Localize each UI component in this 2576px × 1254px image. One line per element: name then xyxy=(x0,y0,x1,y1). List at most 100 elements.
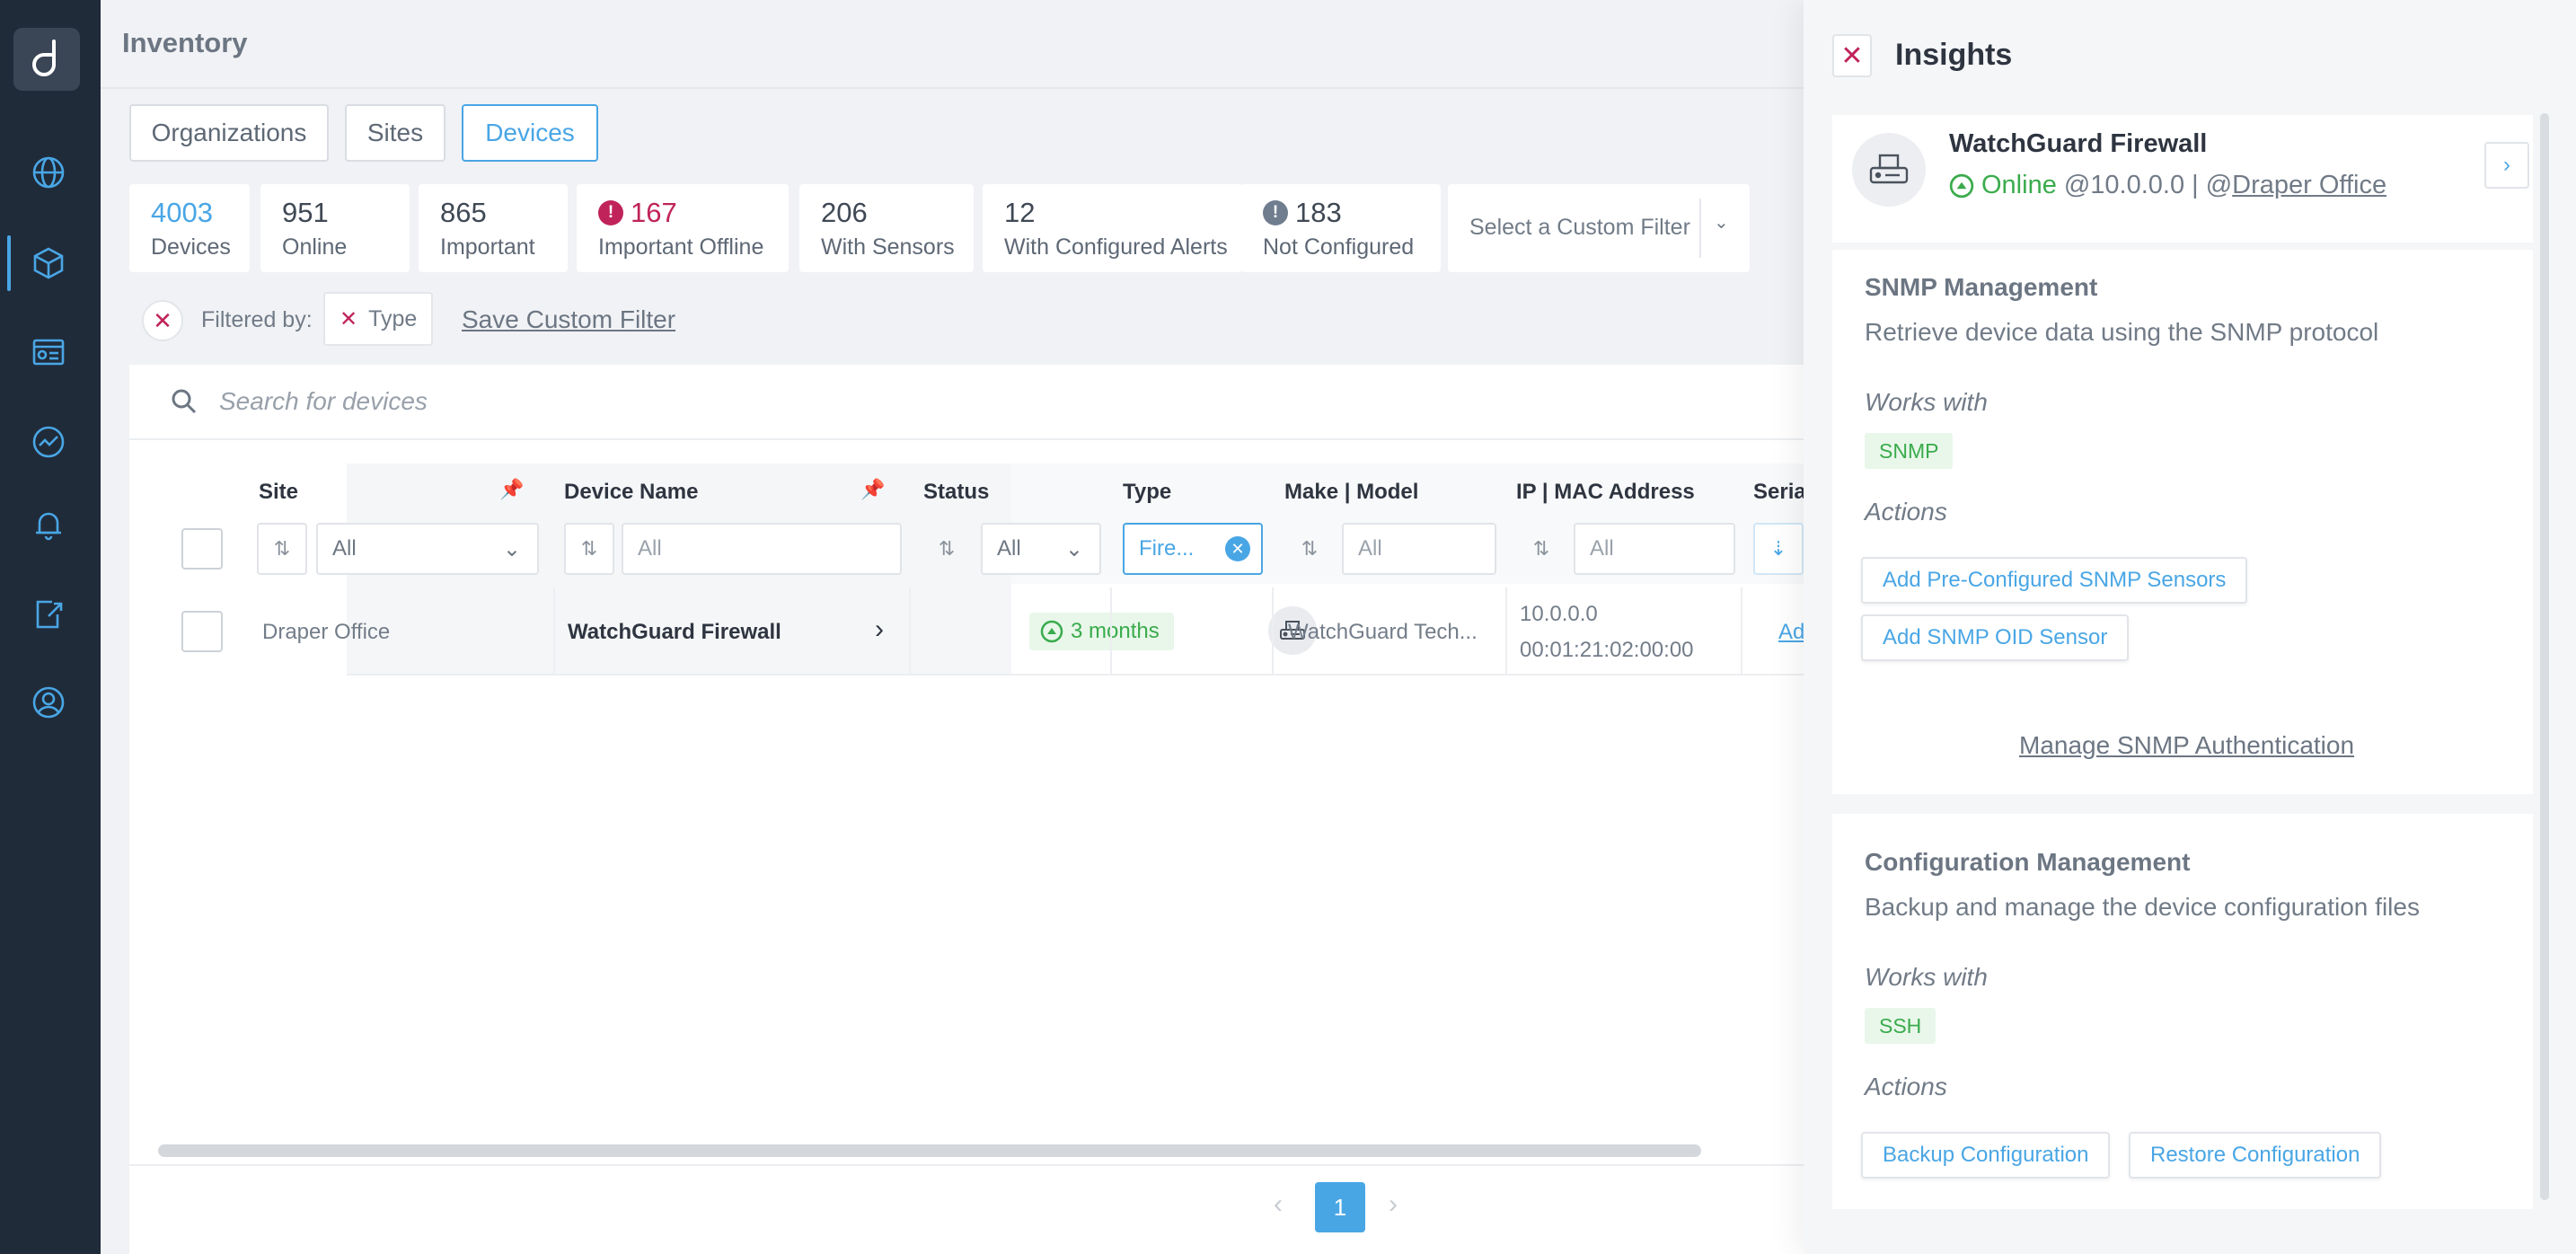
status-filter-select[interactable]: All ⌄ xyxy=(981,523,1101,575)
save-custom-filter-link[interactable]: Save Custom Filter xyxy=(462,305,675,334)
cell-site: Draper Office xyxy=(262,620,391,644)
section-description: Retrieve device data using the SNMP prot… xyxy=(1865,318,2379,346)
restore-configuration-button[interactable]: Restore Configuration xyxy=(2129,1132,2382,1179)
stat-label: Important xyxy=(440,234,535,260)
stat-value: 167 xyxy=(631,197,677,228)
sort-icon: ⇅ xyxy=(1301,537,1319,560)
cell-mac: 00:01:21:02:00:00 xyxy=(1520,638,1694,662)
section-heading: SNMP Management xyxy=(1865,273,2098,301)
search-bar[interactable]: Search for devices xyxy=(129,365,1804,440)
type-filter-input[interactable]: Fire... ✕ xyxy=(1123,523,1263,575)
clear-input-icon[interactable]: ✕ xyxy=(1225,536,1250,561)
dashboard-icon[interactable] xyxy=(25,329,72,375)
search-input[interactable]: Search for devices xyxy=(219,387,428,416)
select-all-checkbox[interactable] xyxy=(181,528,223,570)
search-icon xyxy=(172,389,197,414)
sort-button[interactable]: ⇅ xyxy=(1284,523,1335,575)
column-header-make-model[interactable]: Make | Model xyxy=(1284,480,1418,505)
stat-important-offline[interactable]: ! 167 Important Offline xyxy=(577,184,789,272)
bell-icon[interactable] xyxy=(25,501,72,548)
column-header-device-name[interactable]: Device Name xyxy=(564,480,698,505)
pin-icon[interactable]: 📌 xyxy=(860,478,885,501)
stat-value: 206 xyxy=(821,197,868,228)
page-title: Inventory xyxy=(122,27,248,58)
make-model-filter-input[interactable]: All xyxy=(1342,523,1496,575)
sort-icon: ⇅ xyxy=(580,537,598,560)
tab-sites[interactable]: Sites xyxy=(345,104,446,162)
page-1-button[interactable]: 1 xyxy=(1315,1182,1365,1232)
add-snmp-oid-sensor-button[interactable]: Add SNMP OID Sensor xyxy=(1861,614,2130,661)
online-up-icon xyxy=(1040,620,1063,643)
stat-configured-alerts[interactable]: 12 With Configured Alerts xyxy=(983,184,1243,272)
drawer-title: Insights xyxy=(1895,38,2013,72)
column-header-site[interactable]: Site xyxy=(259,480,298,505)
cell-serial-link[interactable]: Ad xyxy=(1778,620,1804,645)
column-header-type[interactable]: Type xyxy=(1123,480,1171,505)
backup-configuration-button[interactable]: Backup Configuration xyxy=(1861,1132,2111,1179)
monitoring-icon[interactable] xyxy=(25,419,72,465)
globe-icon[interactable] xyxy=(25,149,72,196)
sort-button[interactable]: ⇅ xyxy=(922,523,972,575)
tab-devices[interactable]: Devices xyxy=(462,104,598,162)
app-logo[interactable] xyxy=(13,28,80,91)
tab-organizations[interactable]: Organizations xyxy=(129,104,329,162)
site-filter-select[interactable]: All ⌄ xyxy=(316,523,539,575)
column-header-status[interactable]: Status xyxy=(923,480,989,505)
sort-button[interactable]: ⇅ xyxy=(564,523,614,575)
cell-device-name[interactable]: WatchGuard Firewall xyxy=(568,620,781,645)
protocol-tag: SSH xyxy=(1865,1008,1936,1044)
pin-icon[interactable]: 📌 xyxy=(499,478,524,501)
device-status-line: Online @10.0.0.0 | @ Draper Office xyxy=(1949,171,2386,200)
add-preconfigured-snmp-sensors-button[interactable]: Add Pre-Configured SNMP Sensors xyxy=(1861,557,2248,604)
stat-not-configured[interactable]: ! 183 Not Configured xyxy=(1241,184,1441,272)
column-header-ip-mac[interactable]: IP | MAC Address xyxy=(1516,480,1695,505)
stat-value: 951 xyxy=(282,197,329,228)
stat-with-sensors[interactable]: 206 With Sensors xyxy=(799,184,974,272)
cube-icon[interactable] xyxy=(25,240,72,287)
alert-icon: ! xyxy=(598,200,623,225)
stat-important[interactable]: 865 Important xyxy=(419,184,568,272)
manage-snmp-authentication-link[interactable]: Manage SNMP Authentication xyxy=(2019,731,2354,760)
chevron-right-icon[interactable]: › xyxy=(875,614,884,645)
user-circle-icon[interactable] xyxy=(25,679,72,726)
custom-filter-select[interactable]: Select a Custom Filter ⌄ xyxy=(1448,184,1750,272)
actions-label: Actions xyxy=(1865,1073,1947,1100)
ip-mac-filter-input[interactable]: All xyxy=(1574,523,1735,575)
horizontal-scrollbar[interactable] xyxy=(158,1144,1701,1157)
column-header-serial[interactable]: Seria xyxy=(1753,480,1806,505)
stat-value: 183 xyxy=(1295,197,1342,228)
info-icon: ! xyxy=(1263,200,1288,225)
snmp-management-section: SNMP Management Retrieve device data usi… xyxy=(1832,250,2533,794)
stat-label: Important Offline xyxy=(598,234,764,260)
chevron-down-icon: ⌄ xyxy=(502,536,521,561)
prev-page-icon[interactable]: ‹ xyxy=(1274,1189,1283,1220)
sidebar-active-indicator xyxy=(7,235,11,291)
stat-label: Online xyxy=(282,234,348,260)
stat-value: 12 xyxy=(1004,197,1036,228)
open-device-button[interactable]: › xyxy=(2484,142,2529,189)
section-heading: Configuration Management xyxy=(1865,848,2191,876)
clear-filters-button[interactable]: ✕ xyxy=(142,300,183,341)
chevron-right-icon: › xyxy=(2503,153,2510,177)
row-checkbox[interactable] xyxy=(181,611,223,652)
device-ip: @10.0.0.0 | @ xyxy=(2063,171,2233,199)
sort-button-active[interactable]: ⇣ xyxy=(1753,523,1804,575)
sort-button[interactable]: ⇅ xyxy=(257,523,307,575)
stat-online[interactable]: 951 Online xyxy=(260,184,410,272)
remove-filter-icon[interactable]: ✕ xyxy=(340,306,357,332)
export-icon[interactable] xyxy=(25,591,72,638)
filter-chip-type[interactable]: ✕ Type xyxy=(323,292,434,346)
stat-value: 4003 xyxy=(151,197,213,228)
sort-button[interactable]: ⇅ xyxy=(1516,523,1566,575)
close-button[interactable]: ✕ xyxy=(1832,34,1872,77)
configuration-management-section: Configuration Management Backup and mana… xyxy=(1832,814,2533,1209)
header-divider xyxy=(101,87,1804,89)
device-site-link[interactable]: Draper Office xyxy=(2232,171,2386,200)
actions-label: Actions xyxy=(1865,498,1947,525)
next-page-icon[interactable]: › xyxy=(1389,1189,1398,1220)
stat-devices[interactable]: 4003 Devices xyxy=(129,184,250,272)
stat-label: Devices xyxy=(151,234,231,260)
device-name-filter-input[interactable]: All xyxy=(622,523,902,575)
vertical-scrollbar[interactable] xyxy=(2540,113,2549,1200)
row-divider xyxy=(347,674,1956,676)
